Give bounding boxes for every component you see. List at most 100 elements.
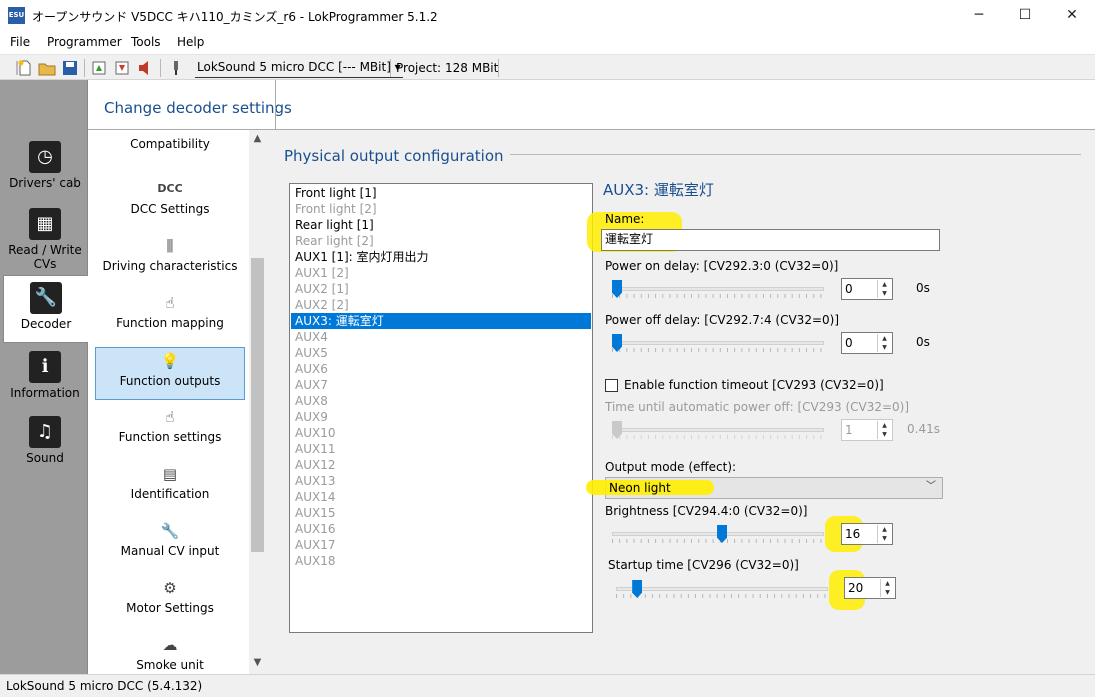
open-folder-icon[interactable] <box>38 59 56 77</box>
spin-down-arrow[interactable]: ▼ <box>878 289 891 298</box>
smoke-icon: ☁ <box>162 636 178 654</box>
auto-power-off-slider <box>612 428 824 432</box>
write-decoder-icon[interactable] <box>113 59 131 77</box>
auto-power-off-label: Time until automatic power off: [CV293 (… <box>605 400 910 414</box>
function-timeout-checkbox[interactable] <box>605 379 618 392</box>
group-divider <box>494 154 1081 155</box>
power-on-delay-value: 0s <box>916 281 930 295</box>
category-function-outputs[interactable]: 💡 Function outputs <box>95 347 245 400</box>
output-list-item[interactable]: Front light [2] <box>291 201 591 217</box>
nav-sound[interactable]: ♫ Sound <box>3 410 87 474</box>
write-sound-icon[interactable] <box>136 59 154 77</box>
output-list-item[interactable]: AUX9 <box>291 409 591 425</box>
power-off-delay-slider[interactable] <box>612 341 824 345</box>
scroll-up-arrow[interactable]: ▲ <box>249 130 266 147</box>
spin-up-arrow[interactable]: ▲ <box>878 334 891 343</box>
category-smoke-unit[interactable]: ☁ Smoke unit <box>95 632 245 674</box>
output-list-item[interactable]: AUX16 <box>291 521 591 537</box>
menu-programmer[interactable]: Programmer <box>47 35 122 49</box>
output-list-item[interactable]: AUX18 <box>291 553 591 569</box>
scroll-thumb[interactable] <box>251 258 264 552</box>
spin-up-arrow[interactable]: ▲ <box>881 579 894 588</box>
output-list-item[interactable]: AUX2 [2] <box>291 297 591 313</box>
output-list-item[interactable]: AUX6 <box>291 361 591 377</box>
new-file-icon[interactable] <box>16 59 34 77</box>
output-list-item[interactable]: Rear light [1] <box>291 217 591 233</box>
output-list-item[interactable]: AUX1 [2] <box>291 265 591 281</box>
auto-power-off-spinner: 1 ▲ ▼ <box>841 419 893 441</box>
power-on-delay-slider[interactable] <box>612 287 824 291</box>
output-list-item[interactable]: AUX1 [1]: 室内灯用出力 <box>291 249 591 265</box>
output-list-item[interactable]: AUX3: 運転室灯 <box>291 313 591 329</box>
music-note-icon: ♫ <box>29 416 61 448</box>
read-decoder-icon[interactable] <box>90 59 108 77</box>
output-list-item[interactable]: AUX5 <box>291 345 591 361</box>
decoder-type-dropdown[interactable]: LokSound 5 micro DCC [--- MBit] ▾ <box>195 58 403 78</box>
spin-up-arrow[interactable]: ▲ <box>878 525 891 534</box>
project-size: 128 MBit <box>445 61 499 75</box>
group-title: Physical output configuration <box>284 147 510 165</box>
category-compatibility[interactable]: ☝ Compatibility <box>95 130 245 164</box>
toolbar: LokSound 5 micro DCC [--- MBit] ▾ Projec… <box>0 54 1095 80</box>
menu-file[interactable]: File <box>10 35 30 49</box>
category-motor-settings[interactable]: ⚙ Motor Settings <box>95 575 245 628</box>
category-manual-cv-input[interactable]: 🔧 Manual CV input <box>95 518 245 571</box>
chevron-down-icon: ﹀ <box>926 481 936 492</box>
menu-help[interactable]: Help <box>177 35 204 49</box>
category-scrollbar[interactable]: ▲ ▼ <box>249 130 266 674</box>
maximize-button[interactable]: ☐ <box>1002 0 1048 31</box>
toolbar-separator <box>390 59 391 77</box>
left-navigation: ◷ Drivers' cab ▦ Read / Write CVs 🔧 Deco… <box>0 80 88 674</box>
output-name-input[interactable]: 運転室灯 <box>601 229 940 251</box>
spin-down-arrow[interactable]: ▼ <box>878 343 891 352</box>
spin-up-arrow[interactable]: ▲ <box>878 280 891 289</box>
output-list-item[interactable]: AUX8 <box>291 393 591 409</box>
output-list-item[interactable]: AUX4 <box>291 329 591 345</box>
hand-pointer-icon: ☝ <box>157 130 183 135</box>
output-list-item[interactable]: Front light [1] <box>291 185 591 201</box>
output-list-item[interactable]: AUX7 <box>291 377 591 393</box>
spin-down-arrow[interactable]: ▼ <box>878 534 891 543</box>
scroll-down-arrow[interactable]: ▼ <box>249 654 266 671</box>
nav-decoder[interactable]: 🔧 Decoder <box>3 275 88 343</box>
slider-ticks <box>612 539 824 543</box>
category-identification[interactable]: ▤ Identification <box>95 461 245 514</box>
status-text: LokSound 5 micro DCC (5.4.132) <box>6 679 203 693</box>
nav-read-write-cvs[interactable]: ▦ Read / Write CVs <box>3 202 87 271</box>
output-list-item[interactable]: AUX13 <box>291 473 591 489</box>
nav-drivers-cab[interactable]: ◷ Drivers' cab <box>3 135 87 199</box>
dcc-icon: DCC <box>157 182 183 195</box>
power-on-delay-label: Power on delay: [CV292.3:0 (CV32=0)] <box>605 259 839 273</box>
startup-time-spinner[interactable]: 20 ▲ ▼ <box>844 577 896 599</box>
minimize-button[interactable]: ─ <box>956 0 1002 31</box>
category-function-settings[interactable]: ☝ Function settings <box>95 404 245 457</box>
category-dcc-settings[interactable]: DCC DCC Settings <box>95 176 245 229</box>
brightness-spinner[interactable]: 16 ▲ ▼ <box>841 523 893 545</box>
toolbar-separator <box>160 59 161 77</box>
power-on-delay-spinner[interactable]: 0 ▲ ▼ <box>841 278 893 300</box>
close-button[interactable]: ✕ <box>1049 0 1095 31</box>
output-list-item[interactable]: AUX10 <box>291 425 591 441</box>
wrench-icon: 🔧 <box>30 282 62 314</box>
output-list-item[interactable]: AUX14 <box>291 489 591 505</box>
category-function-mapping[interactable]: ☝ Function mapping <box>95 290 245 343</box>
startup-time-slider[interactable] <box>616 587 828 591</box>
spin-down-arrow[interactable]: ▼ <box>881 588 894 597</box>
category-driving-characteristics[interactable]: ⫼ Driving characteristics <box>95 233 245 286</box>
output-list-item[interactable]: AUX12 <box>291 457 591 473</box>
output-list-item[interactable]: Rear light [2] <box>291 233 591 249</box>
output-list-item[interactable]: AUX11 <box>291 441 591 457</box>
output-list-item[interactable]: AUX15 <box>291 505 591 521</box>
power-off-delay-spinner[interactable]: 0 ▲ ▼ <box>841 332 893 354</box>
output-list-item[interactable]: AUX17 <box>291 537 591 553</box>
programmer-icon[interactable] <box>167 59 185 77</box>
slider-ticks <box>616 594 828 598</box>
menu-tools[interactable]: Tools <box>131 35 161 49</box>
output-list-item[interactable]: AUX2 [1] <box>291 281 591 297</box>
save-icon[interactable] <box>61 59 79 77</box>
nav-information[interactable]: ℹ Information <box>3 345 87 409</box>
menu-bar: File Programmer Tools Help <box>0 32 1095 54</box>
output-list[interactable]: Front light [1] Front light [2] Rear light… <box>289 183 593 633</box>
output-mode-label: Output mode (effect): <box>605 460 737 474</box>
motor-icon: ⚙ <box>163 579 177 597</box>
